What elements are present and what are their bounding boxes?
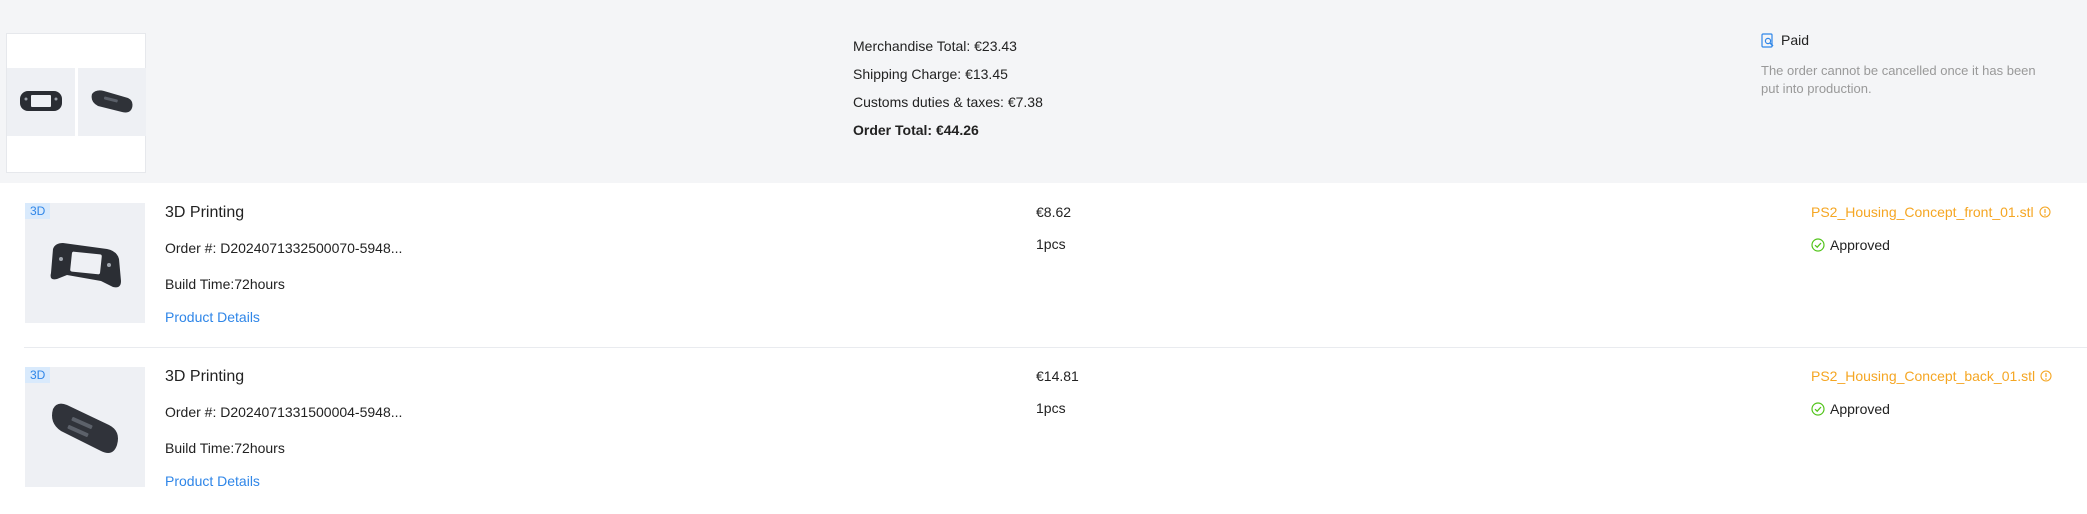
product-image[interactable]: 3D xyxy=(25,367,145,487)
product-details-link[interactable]: Product Details xyxy=(165,309,260,325)
approval-status: Approved xyxy=(1811,237,1890,253)
info-circle-icon[interactable] xyxy=(2039,206,2051,218)
status-label: Approved xyxy=(1830,237,1890,253)
file-name: PS2_Housing_Concept_back_01.stl xyxy=(1811,368,2036,384)
order-number: Order #: D2024071331500004-5948... xyxy=(165,404,403,420)
item-price: €8.62 xyxy=(1036,204,1072,220)
front-housing-render xyxy=(50,243,121,288)
paid-status: Paid xyxy=(1761,32,2061,48)
order-summary: Merchandise Total: €23.43 Shipping Charg… xyxy=(0,0,2087,183)
order-item: 3D 3D Printing Order #: D202407133250007… xyxy=(0,190,2087,350)
order-total: Order Total: €44.26 xyxy=(853,122,979,138)
back-housing-render xyxy=(52,403,118,453)
customs-duties: Customs duties & taxes: €7.38 xyxy=(853,94,1043,110)
file-name-link[interactable]: PS2_Housing_Concept_back_01.stl xyxy=(1811,368,2052,384)
build-time: Build Time:72hours xyxy=(165,440,285,456)
info-circle-icon[interactable] xyxy=(2040,370,2052,382)
file-name: PS2_Housing_Concept_front_01.stl xyxy=(1811,204,2034,220)
file-name-link[interactable]: PS2_Housing_Concept_front_01.stl xyxy=(1811,204,2051,220)
thumbnail-back-housing[interactable] xyxy=(78,68,146,136)
approval-status: Approved xyxy=(1811,401,1890,417)
paid-label: Paid xyxy=(1781,32,1810,48)
shipping-charge: Shipping Charge: €13.45 xyxy=(853,66,1008,82)
item-quantity: 1pcs xyxy=(1036,400,1066,416)
product-title: 3D Printing xyxy=(165,368,245,385)
build-time: Build Time:72hours xyxy=(165,276,285,292)
back-housing-image xyxy=(91,90,133,113)
item-quantity: 1pcs xyxy=(1036,236,1066,252)
product-details-link[interactable]: Product Details xyxy=(165,473,260,489)
product-title: 3D Printing xyxy=(165,204,245,221)
order-totals: Merchandise Total: €23.43 Shipping Charg… xyxy=(853,32,1043,144)
order-number: Order #: D2024071332500070-5948... xyxy=(165,240,403,256)
payment-status-block: Paid The order cannot be cancelled once … xyxy=(1761,32,2061,98)
thumbnail-front-housing[interactable] xyxy=(7,68,75,136)
check-circle-icon xyxy=(1811,238,1825,252)
front-housing-image xyxy=(20,91,62,111)
order-thumbnails xyxy=(6,33,146,173)
merchandise-total: Merchandise Total: €23.43 xyxy=(853,38,1017,54)
3d-tag: 3D xyxy=(25,203,51,219)
cancellation-note: The order cannot be cancelled once it ha… xyxy=(1761,63,2036,96)
item-price: €14.81 xyxy=(1036,368,1079,384)
receipt-search-icon xyxy=(1761,32,1775,48)
status-label: Approved xyxy=(1830,401,1890,417)
order-item: 3D 3D Printing Order #: D202407133150000… xyxy=(0,354,2087,514)
check-circle-icon xyxy=(1811,402,1825,416)
item-divider xyxy=(24,347,2087,348)
product-image[interactable]: 3D xyxy=(25,203,145,323)
3d-tag: 3D xyxy=(25,367,51,383)
